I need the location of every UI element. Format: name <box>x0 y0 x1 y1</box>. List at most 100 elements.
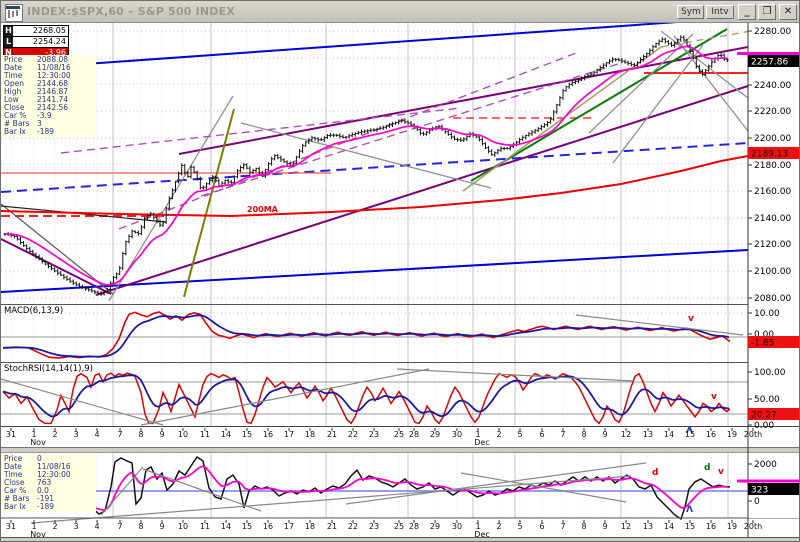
date-label: 30 <box>452 430 462 439</box>
price-value-text: 2257.86 <box>751 58 788 68</box>
date-label: 21 <box>327 430 337 439</box>
date-label: 8 <box>581 522 586 531</box>
date-label: 7 <box>117 522 122 531</box>
date-label: 8 <box>138 430 143 439</box>
price-axis-label: 2180.00 <box>754 161 791 171</box>
date-label: 17 <box>284 522 294 531</box>
quote-row: H2268.05 <box>3 25 69 36</box>
date-label: 2 <box>52 522 57 531</box>
date-label: 4 <box>94 430 99 439</box>
date-label: 7 <box>117 430 122 439</box>
date-label: 9 <box>159 430 164 439</box>
date-label: 28 <box>409 522 419 531</box>
date-label: 16 <box>706 430 716 439</box>
date-label: 15 <box>242 430 252 439</box>
date-label: 7 <box>560 522 565 531</box>
quote-label: H <box>4 26 13 36</box>
lower-signal-marker: d <box>652 468 658 478</box>
date-label: 25 <box>394 522 404 531</box>
date-label: 15 <box>685 430 695 439</box>
date-label: 13 <box>643 522 653 531</box>
upper-panels-bg <box>1 23 800 426</box>
lower-panel-bg <box>1 453 800 518</box>
quote-value: 2254.24 <box>13 37 68 47</box>
info-value: -189 <box>37 128 96 136</box>
date-label: 20th <box>744 430 762 439</box>
window-title: INDEX:$SPX,60 – S&P 500 INDEX <box>27 5 235 18</box>
price-axis-label: 2100.00 <box>754 267 791 277</box>
intv-button[interactable]: Intv <box>706 5 734 19</box>
stoch-axis-label: 100.00 <box>754 368 786 378</box>
date-label: 2 <box>496 522 501 531</box>
date-label: 12 <box>621 522 631 531</box>
price-axis-label: 2200.00 <box>754 134 791 144</box>
date-label: 2 <box>496 430 501 439</box>
lower-axis-label: 0 <box>754 497 760 507</box>
date-label: 21 <box>327 522 337 531</box>
info-value: -3.9 <box>37 112 96 120</box>
info-label: Bar Ix <box>4 128 37 136</box>
title-bar[interactable]: INDEX:$SPX,60 – S&P 500 INDEX Sym Intv _… <box>1 1 800 23</box>
lower-signal-marker: v <box>718 467 724 477</box>
info-label: Bar Ix <box>4 503 37 511</box>
date-label: 15 <box>685 522 695 531</box>
indicator-title: MACD(6,13,9) <box>4 306 63 316</box>
chart-icon <box>6 6 20 20</box>
ma200-label: 200MA <box>247 205 279 214</box>
info-row: Bar Ix-189 <box>4 503 96 511</box>
date-label: 13 <box>643 430 653 439</box>
price-axis-label: 2140.00 <box>754 214 791 224</box>
indicator-title: StochRSI(14,14(1),9) <box>4 364 93 374</box>
quote-box: H2268.05L2254.24N-3.96 <box>3 25 69 59</box>
price-axis-label: 2240.00 <box>754 81 791 91</box>
app-icon[interactable] <box>5 4 23 22</box>
date-label: 3 <box>73 522 78 531</box>
date-label: 20th <box>744 522 762 531</box>
date-label: 2 <box>52 430 57 439</box>
date-label: 14 <box>221 522 231 531</box>
month-label: Dec <box>474 530 489 539</box>
date-label: 17 <box>284 430 294 439</box>
date-label: 19 <box>727 522 737 531</box>
date-label: 5 <box>517 522 522 531</box>
data-window-main: Price2088.08Date11/08/16Time12:30:00Open… <box>1 55 96 137</box>
date-label: 14 <box>664 522 674 531</box>
date-label: 18 <box>305 430 315 439</box>
date-label: 11 <box>200 430 210 439</box>
date-label: 29 <box>430 430 440 439</box>
date-label: 19 <box>727 430 737 439</box>
stoch-value-text: 20.27 <box>751 411 777 421</box>
maximize-button[interactable]: ❐ <box>758 4 776 20</box>
date-label: 22 <box>348 522 358 531</box>
stoch-axis-label: 50.00 <box>754 395 780 405</box>
date-label: 14 <box>664 430 674 439</box>
date-label: 5 <box>517 430 522 439</box>
date-label: 16 <box>706 522 716 531</box>
price-axis-label: 2120.00 <box>754 240 791 250</box>
app-window: INDEX:$SPX,60 – S&P 500 INDEX Sym Intv _… <box>0 0 800 542</box>
date-label: 16 <box>263 430 273 439</box>
date-label: 8 <box>581 430 586 439</box>
date-label: 31 <box>6 522 16 531</box>
month-label: Nov <box>30 438 46 447</box>
macd-signal-marker: v <box>688 314 694 324</box>
date-label: 7 <box>560 430 565 439</box>
date-label: 31 <box>6 430 16 439</box>
minimize-button[interactable]: _ <box>738 4 756 20</box>
date-label: 30 <box>452 522 462 531</box>
date-label: 12 <box>621 430 631 439</box>
lower-signal-marker: d <box>704 463 710 473</box>
info-row: Bar Ix-189 <box>4 128 96 136</box>
date-label: 9 <box>602 522 607 531</box>
date-label: 28 <box>409 430 419 439</box>
date-label: 18 <box>305 522 315 531</box>
close-button[interactable]: ✕ <box>779 4 797 20</box>
date-label: 14 <box>221 430 231 439</box>
lower-axis-label: 2000 <box>754 460 777 470</box>
macd-axis-label: 10.00 <box>754 309 780 319</box>
sym-button[interactable]: Sym <box>677 5 704 19</box>
price-axis-label: 2280.00 <box>754 27 791 37</box>
chart-svg[interactable]: 200MAvvΛddvΛ2280.002240.002220.002200.00… <box>1 23 800 542</box>
month-label: Dec <box>474 438 489 447</box>
quote-row: L2254.24 <box>3 36 69 47</box>
